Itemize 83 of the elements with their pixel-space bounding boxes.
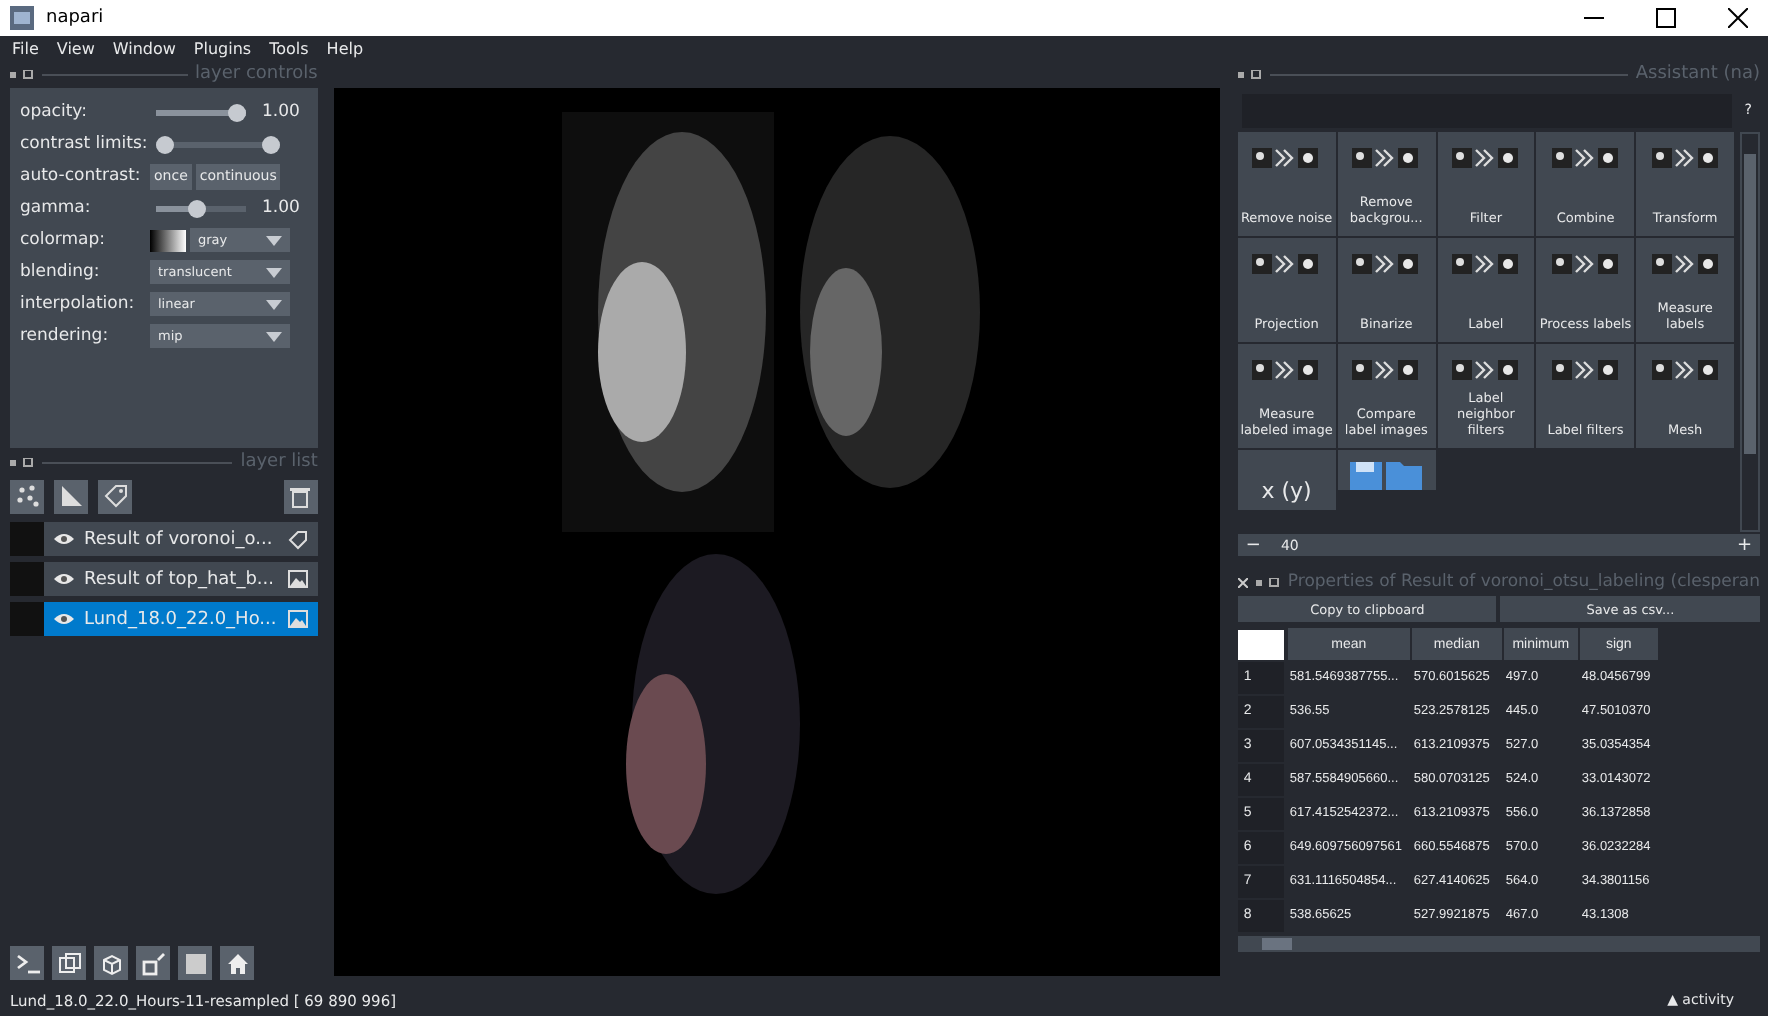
control-label: rendering:	[20, 326, 111, 346]
menu-item[interactable]: Tools	[269, 39, 309, 57]
dock-float-icon[interactable]	[10, 69, 34, 79]
app-icon	[10, 6, 34, 30]
scrollbar[interactable]	[1740, 132, 1760, 532]
zoom-in-button[interactable]: +	[1736, 535, 1752, 555]
conversion-icon	[1252, 146, 1321, 170]
panel-title: layer controls	[195, 64, 318, 84]
layer-name: Result of voronoi_o...	[84, 529, 275, 549]
slider-handle[interactable]	[228, 103, 246, 121]
conversion-icon	[1451, 252, 1520, 276]
layer-thumbnail	[10, 562, 44, 596]
conversion-icon	[1651, 146, 1720, 170]
menu-item[interactable]: View	[56, 39, 95, 57]
label-tag-icon	[287, 529, 308, 549]
dropdown-arrow-icon	[266, 267, 282, 277]
eye-icon[interactable]	[54, 572, 74, 586]
conversion-icon	[1252, 252, 1321, 276]
menu-item[interactable]: Plugins	[193, 39, 252, 57]
window-title: napari	[46, 8, 104, 28]
control-label: opacity:	[20, 102, 89, 122]
layer-item[interactable]: Result of voronoi_o...	[10, 522, 318, 556]
dropdown-arrow-icon	[266, 331, 282, 341]
conversion-icon	[1551, 358, 1620, 382]
home-icon[interactable]	[220, 946, 254, 980]
layer-thumbnail	[10, 522, 44, 556]
dock-float-icon[interactable]	[1255, 577, 1280, 587]
conversion-icon	[1352, 252, 1421, 276]
new-points-layer-icon[interactable]	[10, 479, 44, 513]
colormap-swatch	[150, 229, 186, 251]
new-shapes-layer-icon[interactable]	[54, 479, 88, 513]
slider-handle[interactable]	[156, 135, 174, 153]
control-label: auto-contrast:	[20, 166, 143, 186]
console-icon[interactable]	[10, 946, 44, 980]
new-labels-layer-icon[interactable]	[98, 479, 132, 513]
menu-item[interactable]: Window	[112, 39, 176, 57]
slider-handle[interactable]	[188, 199, 207, 217]
ndisplay-icon[interactable]	[52, 946, 86, 980]
conversion-icon	[1352, 146, 1421, 170]
dock-float-icon[interactable]	[1237, 69, 1262, 79]
function-button[interactable]: x (y)	[1237, 450, 1336, 510]
layer-item[interactable]: Lund_18.0_22.0_Ho...	[10, 602, 318, 636]
slider-value: 1.00	[262, 102, 300, 122]
image-icon	[287, 570, 308, 588]
transpose-icon[interactable]	[136, 946, 170, 980]
zoom-out-button[interactable]: −	[1245, 535, 1261, 555]
scrollbar[interactable]	[1237, 936, 1760, 952]
dock-float-icon[interactable]	[10, 457, 34, 467]
eye-icon[interactable]	[54, 612, 74, 626]
conversion-icon	[1551, 146, 1620, 170]
layer-thumbnail	[10, 602, 44, 636]
conversion-icon	[1451, 358, 1520, 382]
conversion-icon	[1352, 358, 1421, 382]
menu-item[interactable]: Help	[326, 39, 364, 57]
conversion-icon	[1252, 358, 1321, 382]
table-corner	[1237, 629, 1284, 659]
control-label: contrast limits:	[20, 134, 146, 154]
maximize-icon[interactable]	[1656, 8, 1676, 28]
dropdown-arrow-icon	[266, 235, 282, 245]
panel-title: Assistant (na)	[1635, 64, 1760, 84]
rotate-cube-icon[interactable]	[94, 946, 128, 980]
menu-item[interactable]: File	[12, 39, 39, 57]
eye-icon[interactable]	[54, 532, 74, 546]
grid-view-icon[interactable]	[178, 946, 212, 980]
slider-handle[interactable]	[262, 135, 280, 153]
dropdown-arrow-icon	[266, 299, 282, 309]
close-icon[interactable]	[1728, 8, 1748, 28]
layer-item[interactable]: Result of top_hat_b...	[10, 562, 318, 596]
control-label: gamma:	[20, 198, 93, 218]
delete-icon[interactable]	[283, 479, 318, 513]
conversion-icon	[1451, 146, 1520, 170]
conversion-icon	[1551, 252, 1620, 276]
slider-value: 1.00	[262, 198, 300, 218]
image-icon	[287, 610, 308, 628]
control-label: colormap:	[20, 230, 108, 250]
control-label: blending:	[20, 262, 102, 282]
panel-title: Properties of Result of voronoi_otsu_labeling (clesperan	[1287, 572, 1760, 592]
layer-name: Lund_18.0_22.0_Ho...	[84, 609, 278, 629]
layer-name: Result of top_hat_b...	[84, 569, 276, 589]
conversion-icon	[1651, 358, 1720, 382]
conversion-icon	[1651, 252, 1720, 276]
panel-title: layer list	[240, 452, 318, 472]
control-label: interpolation:	[20, 294, 137, 314]
